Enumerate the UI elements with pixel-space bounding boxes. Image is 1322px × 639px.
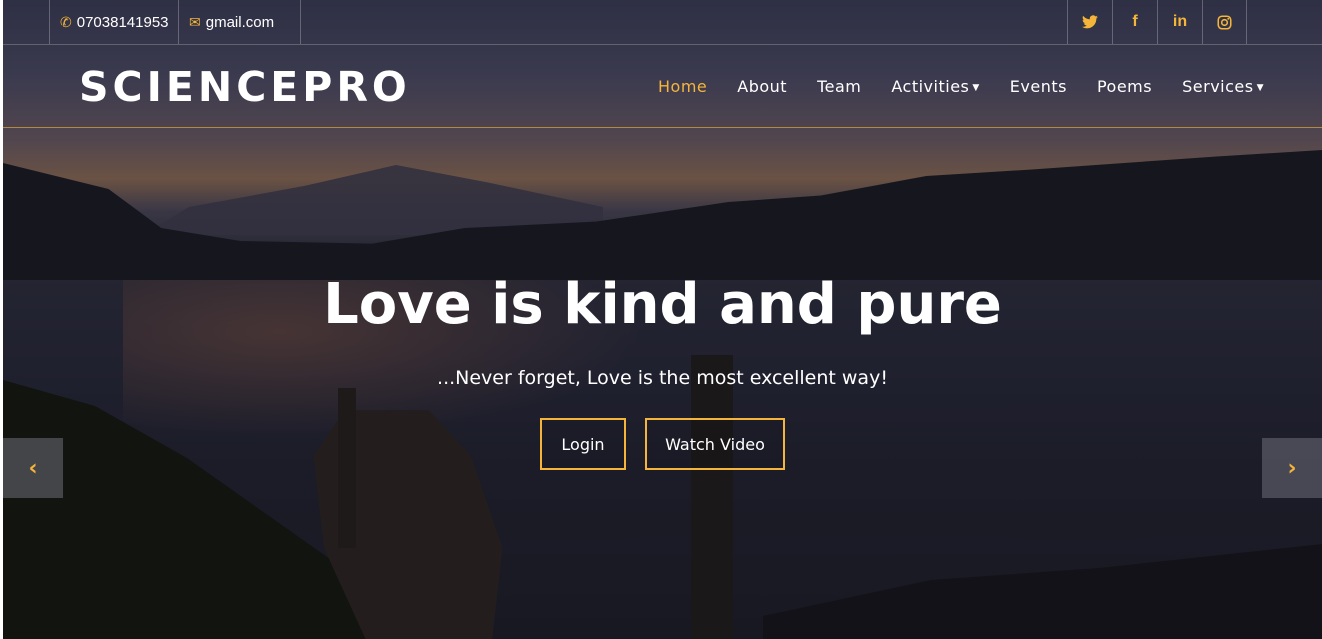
- nav-item-activities-label: Activities: [891, 77, 970, 96]
- twitter-icon[interactable]: [1067, 0, 1112, 44]
- nav-item-about[interactable]: About: [737, 77, 787, 96]
- carousel-prev-button[interactable]: ‹: [3, 438, 63, 498]
- linkedin-icon[interactable]: in: [1157, 0, 1202, 44]
- email-contact[interactable]: ✉ gmail.com: [178, 0, 301, 44]
- chevron-right-icon: ›: [1287, 455, 1297, 481]
- envelope-icon: ✉: [189, 13, 201, 30]
- nav-item-home[interactable]: Home: [658, 77, 707, 96]
- phone-contact[interactable]: ✆ 07038141953: [49, 0, 178, 44]
- nav-item-team[interactable]: Team: [817, 77, 861, 96]
- phone-icon: ✆: [60, 13, 72, 30]
- phone-number: 07038141953: [76, 13, 169, 31]
- nav-menu: Home About Team Activities ▼ Events Poems…: [628, 45, 1264, 128]
- hero-carousel: ✆ 07038141953 ✉ gmail.com f in SCIENCEPR…: [3, 0, 1322, 639]
- hero-title: Love is kind and pure: [323, 272, 1002, 337]
- caret-down-icon: ▼: [972, 83, 980, 93]
- email-address: gmail.com: [205, 13, 275, 31]
- nav-item-events[interactable]: Events: [1010, 77, 1067, 96]
- top-bar: ✆ 07038141953 ✉ gmail.com f in: [3, 0, 1322, 45]
- main-navbar: SCIENCEPRO Home About Team Activities ▼ E…: [3, 45, 1322, 128]
- caret-down-icon: ▼: [1256, 83, 1264, 93]
- nav-item-activities[interactable]: Activities ▼: [891, 77, 979, 96]
- nav-item-poems[interactable]: Poems: [1097, 77, 1152, 96]
- brand-logo[interactable]: SCIENCEPRO: [79, 63, 411, 111]
- login-button[interactable]: Login: [540, 418, 626, 470]
- nav-item-services[interactable]: Services ▼: [1182, 77, 1264, 96]
- hero-subtitle: ...Never forget, Love is the most excell…: [437, 367, 888, 389]
- nav-item-services-label: Services: [1182, 77, 1254, 96]
- carousel-next-button[interactable]: ›: [1262, 438, 1322, 498]
- instagram-icon[interactable]: [1202, 0, 1247, 44]
- facebook-icon[interactable]: f: [1112, 0, 1157, 44]
- watch-video-button[interactable]: Watch Video: [645, 418, 785, 470]
- chevron-left-icon: ‹: [28, 455, 38, 481]
